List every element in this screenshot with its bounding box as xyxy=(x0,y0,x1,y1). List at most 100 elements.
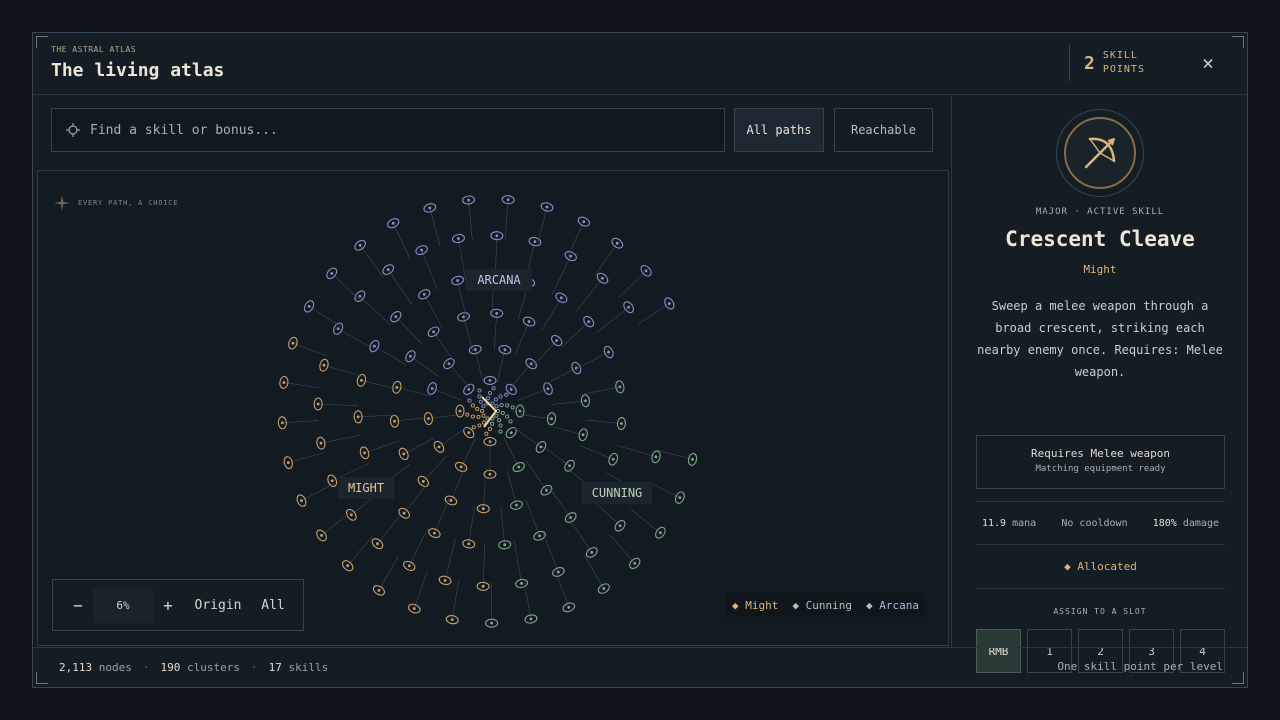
skill-node-core xyxy=(395,385,399,389)
skill-description: Sweep a melee weapon through a broad cre… xyxy=(977,299,1223,379)
skill-node-core xyxy=(515,503,518,507)
crosshair-icon xyxy=(66,123,80,137)
zoom-level: 6% xyxy=(93,587,153,623)
reachable-button[interactable]: Reachable xyxy=(834,108,933,152)
tree-link xyxy=(500,506,505,545)
skill-node-core xyxy=(422,292,426,296)
skill-tree-canvas[interactable]: ARCANA MIGHT CUNNING xyxy=(38,171,949,646)
origin-node xyxy=(482,420,487,425)
tree-link xyxy=(403,483,428,514)
tree-link xyxy=(377,510,404,544)
close-icon[interactable]: × xyxy=(1197,53,1219,75)
origin-button[interactable]: Origin xyxy=(183,587,253,623)
origin-node xyxy=(494,404,499,409)
cooldown-stat: No cooldown xyxy=(1061,517,1128,529)
tree-link xyxy=(423,455,448,482)
skill-node-core xyxy=(393,419,396,423)
selected-path xyxy=(481,396,498,428)
skill-node-core xyxy=(481,507,485,511)
skill-node-core xyxy=(432,531,436,535)
tree-link xyxy=(576,278,603,312)
search-input[interactable] xyxy=(90,122,690,138)
tree-link xyxy=(503,437,520,468)
tree-link xyxy=(554,570,570,608)
skill-node-core xyxy=(412,607,416,610)
allocated-status: ◆ Allocated xyxy=(976,545,1225,589)
tree-link xyxy=(523,579,532,620)
skill-node-core xyxy=(581,433,585,437)
tree-link xyxy=(337,328,374,350)
origin-node xyxy=(508,419,513,424)
tree-link xyxy=(395,316,422,344)
tree-link xyxy=(657,449,693,460)
origin-node xyxy=(505,414,510,419)
zoom-in-button[interactable]: + xyxy=(153,587,183,623)
skill-node-core xyxy=(509,431,513,435)
skill-node-core xyxy=(386,268,390,271)
tree-link xyxy=(609,534,635,564)
origin-node xyxy=(499,403,504,408)
skill-node-core xyxy=(518,409,522,413)
tree-link xyxy=(474,349,484,382)
tree-link xyxy=(320,434,361,444)
origin-node xyxy=(489,421,495,426)
tree-link xyxy=(403,437,435,455)
origin-node xyxy=(487,426,493,432)
skill-node-core xyxy=(360,378,363,382)
zoom-all-button[interactable]: All xyxy=(253,587,293,623)
skill-node-core xyxy=(467,431,471,435)
tree-link xyxy=(318,403,359,407)
cluster-count: 190 clusters xyxy=(160,661,240,674)
skill-node-core xyxy=(495,311,499,315)
zoom-out-button[interactable]: − xyxy=(63,587,93,623)
tree-link xyxy=(579,445,614,460)
tree-link xyxy=(617,445,657,458)
tree-link xyxy=(561,321,589,348)
footer-hint: One skill point per level xyxy=(1057,660,1223,673)
skill-node-core xyxy=(458,409,462,413)
tree-link xyxy=(438,427,466,448)
skill-node-core xyxy=(569,516,573,519)
skill-node-core xyxy=(658,531,662,535)
origin-node xyxy=(504,392,509,397)
origin-node xyxy=(498,394,503,399)
skill-node-core xyxy=(322,363,326,367)
skill-node-core xyxy=(307,304,311,308)
tree-link xyxy=(630,509,661,533)
skill-tree-map[interactable]: ARCANA MIGHT CUNNING EVERY PATH, A CHOICE … xyxy=(37,170,949,646)
origin-node xyxy=(481,413,486,418)
skill-node-core xyxy=(533,240,537,244)
tree-link xyxy=(468,505,475,544)
skill-path: Might xyxy=(1083,263,1117,276)
skill-points-label: SKILL POINTS xyxy=(1102,50,1145,75)
tree-link xyxy=(585,419,622,424)
skill-node-core xyxy=(644,269,648,273)
requirement-title: Requires Melee weapon xyxy=(1030,447,1171,460)
skill-node-core xyxy=(346,564,350,568)
tree-link xyxy=(288,452,324,463)
tree-link xyxy=(392,223,411,259)
tree-link xyxy=(567,221,585,258)
skill-node-core xyxy=(459,465,463,469)
skill-node-core xyxy=(280,421,284,425)
header: THE ASTRAL ATLAS The living atlas 2 SKIL… xyxy=(33,33,1247,95)
origin-node xyxy=(470,414,475,419)
skill-node-core xyxy=(568,464,571,468)
tree-link xyxy=(323,364,363,377)
tree-link xyxy=(483,472,486,509)
page-title: The living atlas xyxy=(51,60,225,81)
skill-node-core xyxy=(620,422,623,425)
skill-node-core xyxy=(529,617,533,621)
all-paths-button[interactable]: All paths xyxy=(734,108,824,152)
origin-node xyxy=(477,394,482,399)
skill-node-core xyxy=(691,457,694,461)
tree-link xyxy=(429,207,441,247)
tree-link xyxy=(525,499,540,536)
skill-node-core xyxy=(569,254,573,258)
crossbow-icon xyxy=(1084,137,1116,169)
search-bar[interactable] xyxy=(51,108,725,152)
tree-link xyxy=(421,249,438,290)
skill-node-core xyxy=(488,379,492,382)
tree-link xyxy=(519,414,552,420)
skill-node-core xyxy=(330,479,334,483)
